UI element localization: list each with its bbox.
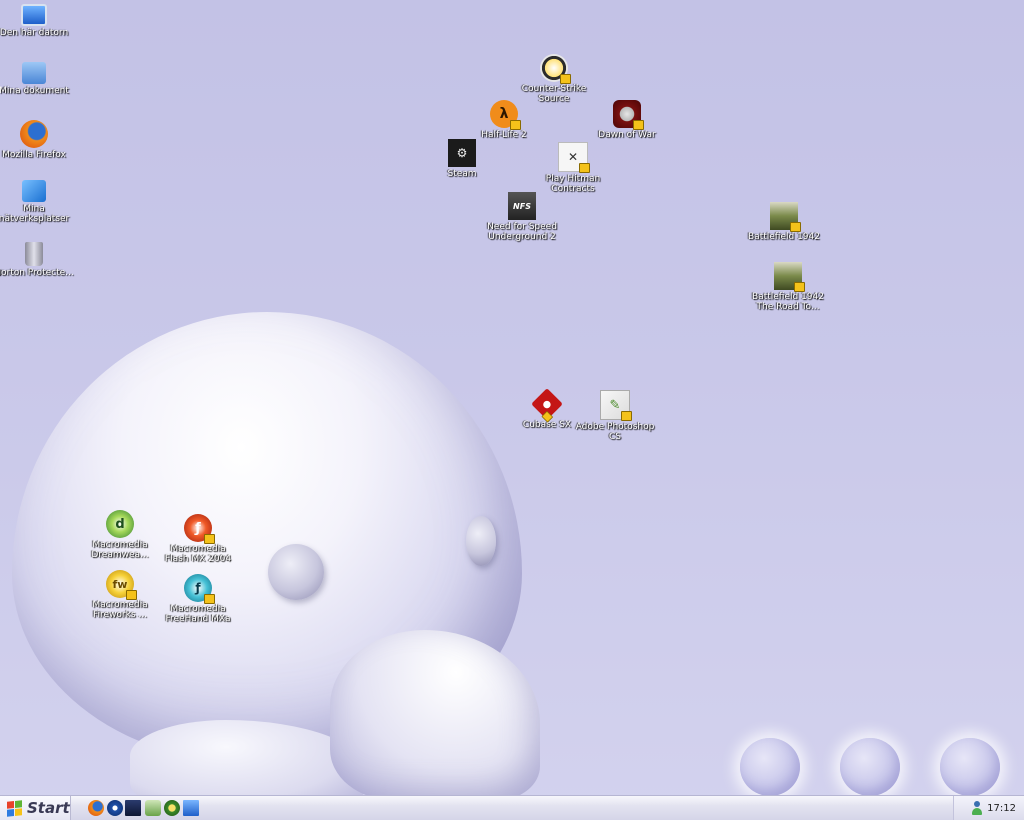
- desktop-icon-battlefield-1942[interactable]: Battlefield 1942: [744, 202, 824, 242]
- fireworks-icon: fw: [106, 570, 137, 600]
- photoshop-icon: ✎: [600, 390, 632, 421]
- messenger-icon[interactable]: [164, 800, 180, 816]
- desktop-icon-fireworks[interactable]: fw Macromedia Fireworks ...: [80, 570, 160, 620]
- desktop-icon-label: Battlefield 1942: [748, 232, 820, 242]
- desktop-icon-freehand[interactable]: ƒ Macromedia FreeHand MXa: [158, 574, 238, 624]
- taskbar: Start ‹ 17:12: [0, 795, 1024, 820]
- hitman-icon: ✕: [558, 142, 590, 173]
- messenger-status-icon[interactable]: [971, 801, 983, 815]
- desktop-icon-nfs[interactable]: NFS Need for Speed Underground 2: [482, 192, 562, 242]
- wallpaper-bubble: [840, 738, 900, 795]
- desktop-icon-label: Dawn of War: [598, 130, 656, 140]
- desktop-icon-label: Mina dokument: [0, 86, 69, 96]
- cubase-icon: ●: [531, 388, 563, 420]
- documents-folder-icon: [22, 62, 46, 84]
- wallpaper-character-eye: [466, 516, 496, 566]
- recycle-bin-icon: [25, 242, 43, 266]
- desktop-icon-norton[interactable]: Norton Protecte...: [0, 242, 74, 278]
- steam-icon: ⚙: [448, 139, 476, 167]
- system-tray: 17:12: [953, 796, 1024, 820]
- winamp-icon[interactable]: [125, 800, 141, 816]
- desktop-icon-label: Macromedia FreeHand MXa: [165, 604, 231, 624]
- desktop-icon-dawn-of-war[interactable]: Dawn of War: [587, 100, 667, 140]
- music-icon[interactable]: [145, 800, 161, 816]
- desktop-icon-steam[interactable]: ⚙ Steam: [422, 139, 502, 179]
- desktop-icon-network[interactable]: Mina nätverksplatser: [0, 180, 74, 224]
- desktop-icon-label: Macromedia Dreamwea...: [91, 540, 149, 560]
- nfs-icon: NFS: [508, 192, 536, 220]
- desktop-icon-dreamweaver[interactable]: d Macromedia Dreamwea...: [80, 510, 160, 560]
- desktop-icon-computer[interactable]: Den här datorn: [0, 4, 74, 38]
- flash-icon: ƒ: [184, 514, 215, 544]
- firefox-icon: [20, 120, 48, 148]
- desktop-icon-label: Den här datorn: [0, 28, 69, 38]
- desktop-icon-battlefield-road-to-rome[interactable]: Battlefield 1942 The Road To...: [748, 262, 828, 312]
- half-life-icon: λ: [490, 100, 521, 130]
- desktop-icon-label: Mozilla Firefox: [2, 150, 66, 160]
- clock[interactable]: 17:12: [987, 803, 1016, 814]
- desktop-icon-label: Play Hitman Contracts: [545, 174, 601, 194]
- wallpaper-character-hand: [330, 630, 540, 795]
- desktop: Den här datorn Mina dokument Mozilla Fir…: [0, 0, 1024, 795]
- wallpaper-bubble: [740, 738, 800, 795]
- windows-logo-icon: [7, 799, 22, 817]
- desktop-icon-photoshop[interactable]: ✎ Adobe Photoshop CS: [575, 390, 655, 442]
- show-desktop-icon[interactable]: [183, 800, 199, 816]
- desktop-icon-label: Norton Protecte...: [0, 268, 74, 278]
- desktop-icon-label: Macromedia Flash MX 2004: [164, 544, 232, 564]
- battlefield-icon: [774, 262, 805, 292]
- desktop-icon-label: Mina nätverksplatser: [0, 204, 70, 224]
- start-button[interactable]: Start: [0, 796, 71, 820]
- firefox-icon[interactable]: [88, 800, 104, 816]
- desktop-icon-counter-strike[interactable]: Counter-Strike Source: [514, 54, 594, 104]
- desktop-icon-documents[interactable]: Mina dokument: [0, 62, 74, 96]
- wallpaper-bubble: [940, 738, 1000, 795]
- desktop-icon-label: Battlefield 1942 The Road To...: [752, 292, 824, 312]
- dawn-of-war-icon: [613, 100, 644, 130]
- media-player-icon[interactable]: [107, 800, 123, 816]
- desktop-icon-firefox[interactable]: Mozilla Firefox: [0, 120, 74, 160]
- freehand-icon: ƒ: [184, 574, 215, 604]
- start-label: Start: [27, 799, 70, 817]
- counter-strike-icon: [540, 54, 571, 84]
- desktop-icon-hitman[interactable]: ✕ Play Hitman Contracts: [533, 142, 613, 194]
- network-places-icon: [22, 180, 46, 202]
- desktop-icon-label: Adobe Photoshop CS: [575, 422, 655, 442]
- desktop-icon-label: Macromedia Fireworks ...: [92, 600, 148, 620]
- battlefield-icon: [770, 202, 801, 232]
- desktop-icon-label: Steam: [447, 169, 477, 179]
- desktop-icon-label: Need for Speed Underground 2: [487, 222, 557, 242]
- desktop-icon-flash[interactable]: ƒ Macromedia Flash MX 2004: [158, 514, 238, 564]
- desktop-icon-half-life[interactable]: λ Half-Life 2: [464, 100, 544, 140]
- dreamweaver-icon: d: [106, 510, 134, 538]
- computer-icon: [21, 4, 47, 26]
- wallpaper-character-eye: [268, 544, 324, 600]
